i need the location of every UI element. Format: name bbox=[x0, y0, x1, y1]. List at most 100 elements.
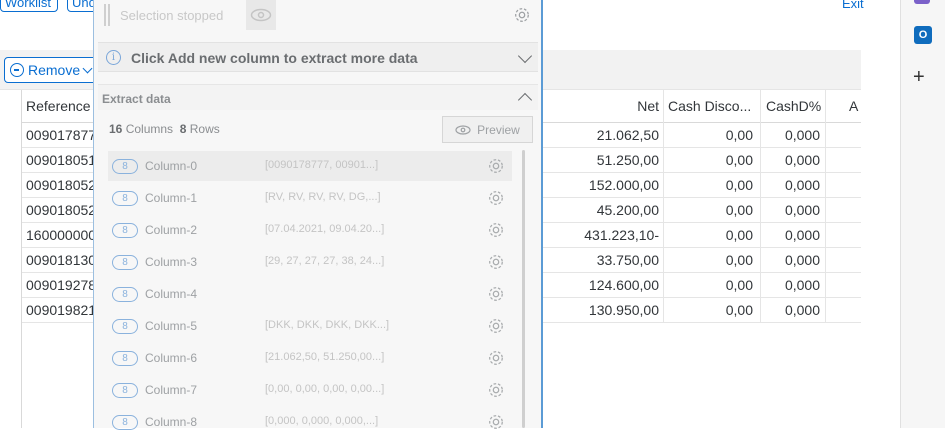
row-count-badge: 8 bbox=[112, 255, 138, 270]
cell-net: 33.750,00 bbox=[596, 252, 659, 268]
column-header-cash-discount[interactable]: Cash Disco... bbox=[668, 90, 752, 123]
side-shell bbox=[900, 0, 945, 428]
column-preview: [0090178777, 00901...] bbox=[265, 159, 379, 171]
eye-icon bbox=[250, 8, 272, 22]
worklist-button[interactable]: Worklist bbox=[0, 0, 58, 12]
cell-net: 130.950,00 bbox=[588, 302, 659, 318]
cell-reference: 0090192784 bbox=[26, 277, 96, 293]
minus-circle-icon bbox=[10, 63, 24, 77]
gear-icon[interactable] bbox=[487, 381, 505, 399]
gear-icon[interactable] bbox=[487, 253, 505, 271]
cell-reference: 0090180517 bbox=[26, 152, 96, 168]
column-header-cash-pct[interactable]: CashD% bbox=[766, 90, 822, 123]
extract-data-header[interactable]: Extract data bbox=[98, 84, 538, 110]
cell-net: 152.000,00 bbox=[588, 177, 659, 193]
extract-panel: Selection stopped i Click Add new column… bbox=[93, 0, 543, 430]
outlook-icon[interactable]: O bbox=[914, 26, 932, 44]
chevron-down-icon[interactable] bbox=[517, 48, 533, 64]
add-icon[interactable]: + bbox=[913, 66, 925, 89]
cell-cash-pct: 0,000 bbox=[784, 152, 820, 168]
column-preview: [29, 27, 27, 27, 38, 24...] bbox=[265, 255, 385, 267]
cell-cash-pct: 0,000 bbox=[784, 227, 820, 243]
column-preview: [RV, RV, RV, RV, DG,...] bbox=[265, 191, 381, 203]
column-name[interactable]: Column-1 bbox=[145, 191, 197, 205]
gear-icon[interactable] bbox=[513, 6, 531, 24]
row-count-badge: 8 bbox=[112, 351, 138, 366]
column-header-next[interactable]: A bbox=[849, 90, 859, 123]
extract-column-item[interactable]: 8 Column-8 [0,000, 0,000, 0,000,...] bbox=[108, 407, 512, 437]
extract-column-item[interactable]: 8 Column-6 [21.062,50, 51.250,00...] bbox=[108, 343, 512, 373]
row-count-badge: 8 bbox=[112, 287, 138, 302]
gear-icon[interactable] bbox=[487, 349, 505, 367]
app-icon[interactable] bbox=[914, 0, 930, 4]
extract-column-item[interactable]: 8 Column-4 bbox=[108, 279, 512, 309]
cell-reference: 0090180524 bbox=[26, 202, 96, 218]
cell-net: 124.600,00 bbox=[588, 277, 659, 293]
cell-reference: 0090181302 bbox=[26, 252, 96, 268]
columns-word: Columns bbox=[125, 122, 174, 136]
extract-column-item[interactable]: 8 Column-3 [29, 27, 27, 27, 38, 24...] bbox=[108, 247, 512, 277]
remove-button[interactable]: Remove bbox=[4, 57, 100, 83]
cell-cash-discount: 0,00 bbox=[725, 252, 753, 268]
info-message-text: Click Add new column to extract more dat… bbox=[131, 50, 418, 66]
rows-count: 8 bbox=[179, 122, 187, 136]
selection-status: Selection stopped bbox=[120, 8, 224, 23]
exit-link[interactable]: Exit bbox=[842, 0, 864, 11]
extract-column-item[interactable]: 8 Column-1 [RV, RV, RV, RV, DG,...] bbox=[108, 183, 512, 213]
cell-net: 431.223,10- bbox=[584, 227, 659, 243]
column-name[interactable]: Column-2 bbox=[145, 223, 197, 237]
cell-reference: 0090178777 bbox=[26, 127, 96, 143]
extract-column-item[interactable]: 8 Column-2 [07.04.2021, 09.04.20...] bbox=[108, 215, 512, 245]
gear-icon[interactable] bbox=[487, 285, 505, 303]
cell-reference: 0090198217 bbox=[26, 302, 96, 318]
cell-cash-discount: 0,00 bbox=[725, 202, 753, 218]
column-preview: [0,00, 0,00, 0,00, 0,00...] bbox=[265, 383, 385, 395]
cell-cash-pct: 0,000 bbox=[784, 127, 820, 143]
cell-net: 21.062,50 bbox=[596, 127, 659, 143]
gear-icon[interactable] bbox=[487, 157, 505, 175]
column-preview: [21.062,50, 51.250,00...] bbox=[265, 351, 385, 363]
column-name[interactable]: Column-7 bbox=[145, 383, 197, 397]
column-preview: [0,000, 0,000, 0,000,...] bbox=[265, 415, 379, 427]
cell-reference: 1600000001 bbox=[26, 227, 96, 243]
preview-button[interactable]: Preview bbox=[442, 116, 533, 143]
column-name[interactable]: Column-3 bbox=[145, 255, 197, 269]
info-message[interactable]: i Click Add new column to extract more d… bbox=[98, 42, 538, 72]
cell-net: 45.200,00 bbox=[596, 202, 659, 218]
column-header-net[interactable]: Net bbox=[600, 90, 659, 123]
scrollbar[interactable] bbox=[522, 150, 525, 428]
cell-cash-discount: 0,00 bbox=[725, 152, 753, 168]
row-count-badge: 8 bbox=[112, 319, 138, 334]
row-count-badge: 8 bbox=[112, 191, 138, 206]
gear-icon[interactable] bbox=[487, 413, 505, 431]
eye-icon bbox=[455, 124, 471, 135]
gear-icon[interactable] bbox=[487, 189, 505, 207]
cell-cash-discount: 0,00 bbox=[725, 302, 753, 318]
extract-column-item[interactable]: 8 Column-0 [0090178777, 00901...] bbox=[108, 151, 512, 181]
cell-cash-discount: 0,00 bbox=[725, 227, 753, 243]
column-header-reference[interactable]: Reference bbox=[26, 90, 91, 123]
column-name[interactable]: Column-4 bbox=[145, 287, 197, 301]
cell-cash-pct: 0,000 bbox=[784, 277, 820, 293]
gear-icon[interactable] bbox=[487, 221, 505, 239]
cell-cash-pct: 0,000 bbox=[784, 302, 820, 318]
column-name[interactable]: Column-8 bbox=[145, 415, 197, 429]
rows-word: Rows bbox=[189, 122, 220, 136]
extract-column-item[interactable]: 8 Column-7 [0,00, 0,00, 0,00, 0,00...] bbox=[108, 375, 512, 405]
preview-label: Preview bbox=[477, 122, 520, 137]
column-name[interactable]: Column-0 bbox=[145, 159, 197, 173]
row-count-badge: 8 bbox=[112, 223, 138, 238]
cell-cash-discount: 0,00 bbox=[725, 127, 753, 143]
column-preview: [DKK, DKK, DKK, DKK...] bbox=[265, 319, 390, 331]
row-count-badge: 8 bbox=[112, 159, 138, 174]
chevron-up-icon[interactable] bbox=[517, 92, 533, 108]
column-name[interactable]: Column-6 bbox=[145, 351, 197, 365]
extract-column-item[interactable]: 8 Column-5 [DKK, DKK, DKK, DKK...] bbox=[108, 311, 512, 341]
row-count-badge: 8 bbox=[112, 383, 138, 398]
visibility-toggle[interactable] bbox=[246, 0, 276, 30]
cell-cash-pct: 0,000 bbox=[784, 252, 820, 268]
cell-cash-pct: 0,000 bbox=[784, 202, 820, 218]
column-name[interactable]: Column-5 bbox=[145, 319, 197, 333]
cell-reference: 0090180523 bbox=[26, 177, 96, 193]
gear-icon[interactable] bbox=[487, 317, 505, 335]
